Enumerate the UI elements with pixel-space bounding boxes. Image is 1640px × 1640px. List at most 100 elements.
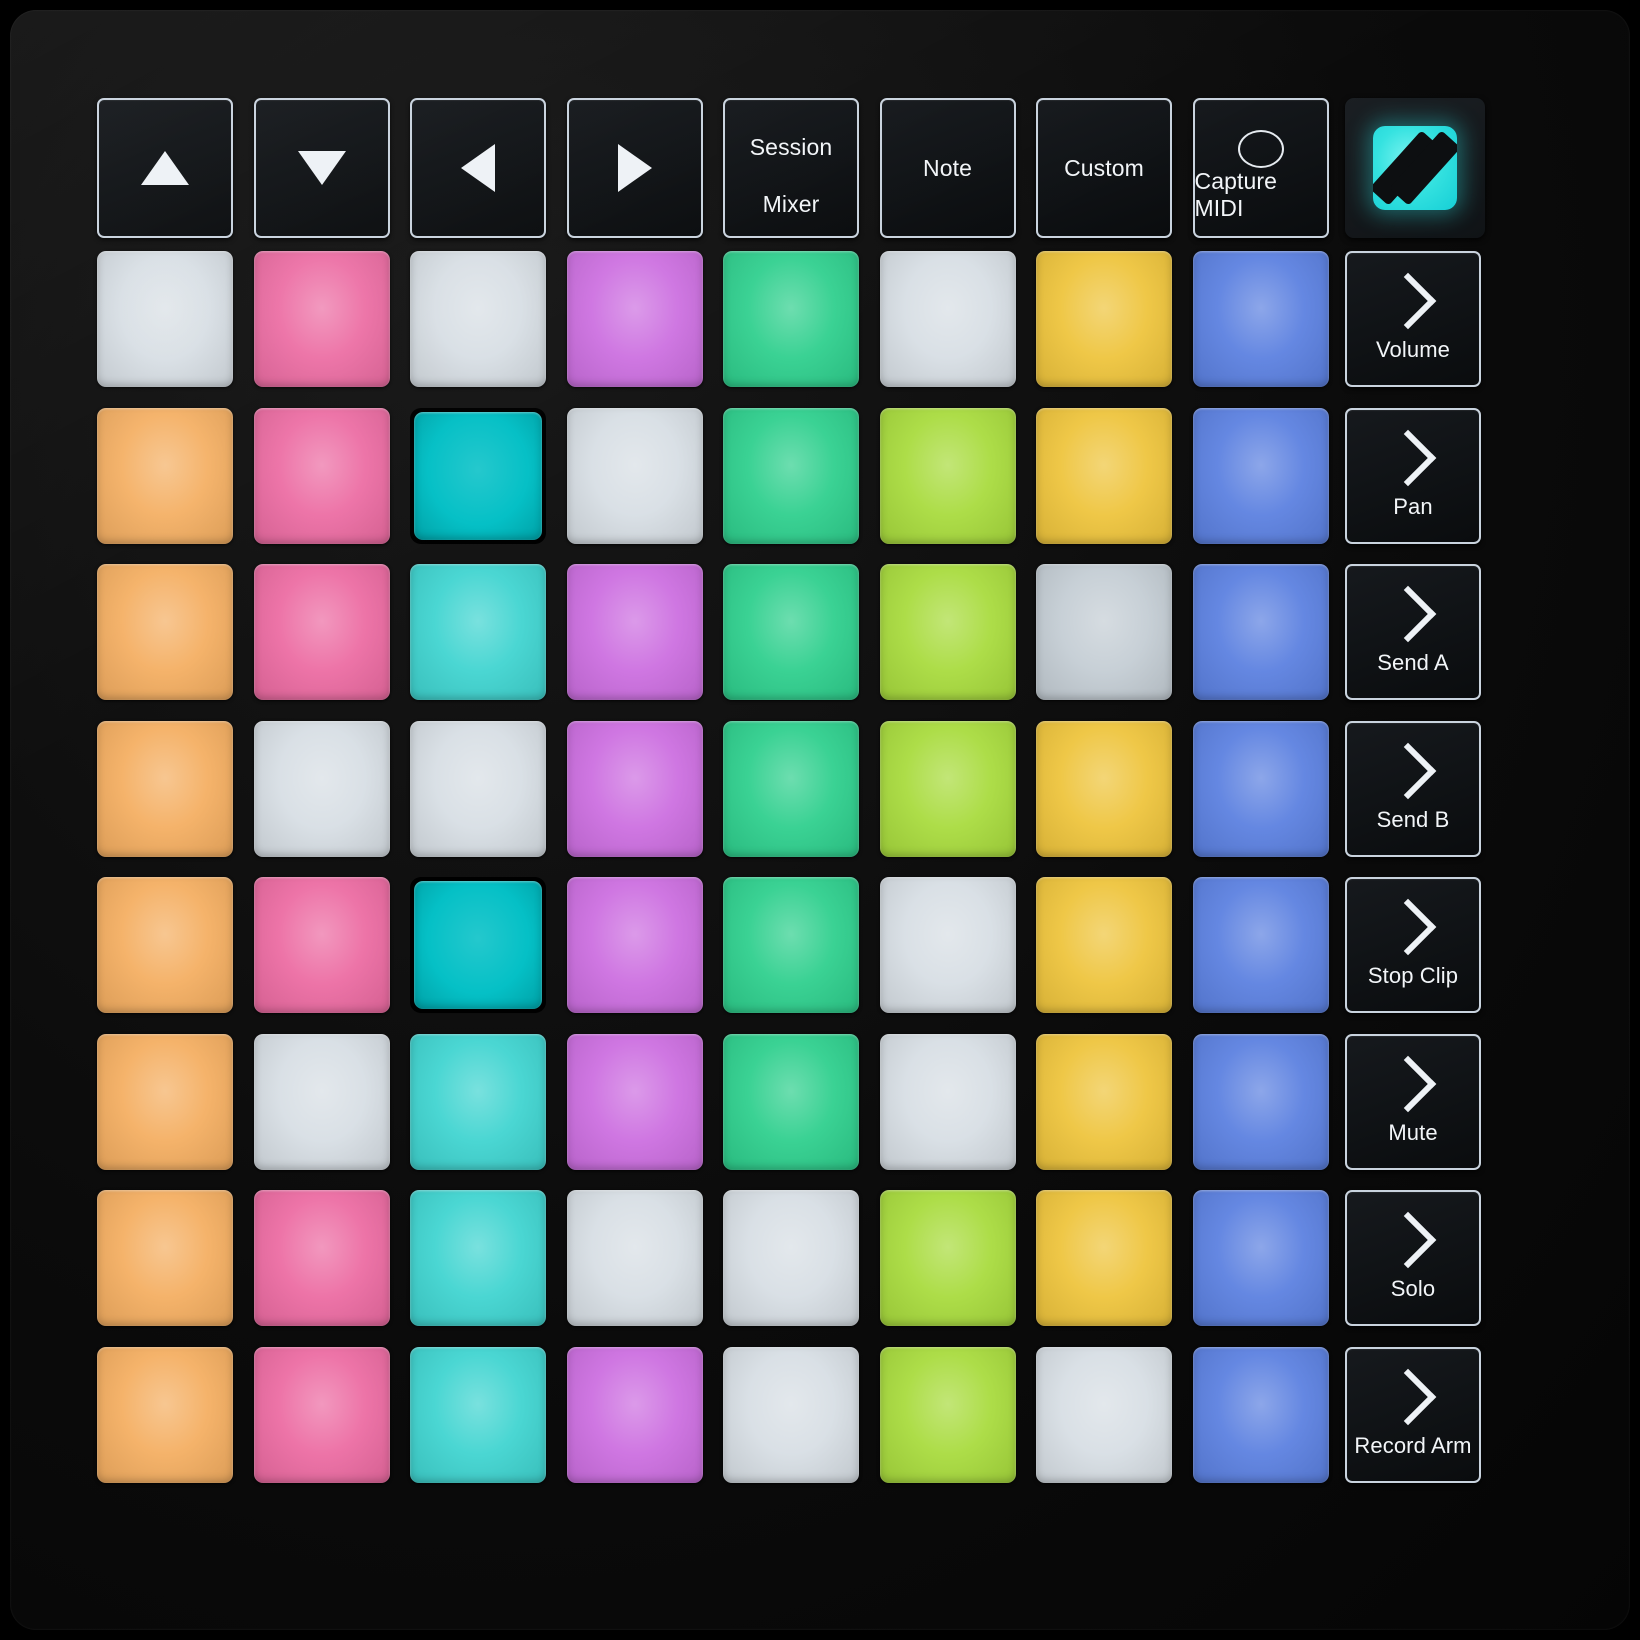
pad-r3-c3[interactable] (410, 564, 546, 700)
up-arrow-button[interactable] (97, 98, 233, 238)
pad-r2-c6[interactable] (879, 407, 1016, 544)
pad-r1-c6[interactable] (879, 251, 1016, 387)
pad-r3-c7[interactable] (1036, 564, 1172, 700)
pad-r8-c8[interactable] (1192, 1346, 1329, 1483)
pad-r2-c2[interactable] (253, 407, 390, 544)
pad-r4-c6[interactable] (879, 720, 1016, 857)
scene-launch-stop-clip[interactable]: Stop Clip (1345, 877, 1481, 1013)
pad-r6-c3[interactable] (410, 1033, 546, 1170)
pad-r3-c5[interactable] (723, 564, 859, 700)
pad-r6-c1[interactable] (97, 1033, 233, 1170)
pad-r4-c1[interactable] (97, 720, 233, 857)
pad-r3-c8[interactable] (1192, 564, 1329, 700)
capture-midi-button[interactable]: Capture MIDI (1192, 98, 1329, 238)
pad-r5-c7[interactable] (1036, 877, 1172, 1013)
pad-r4-c7[interactable] (1036, 720, 1172, 857)
pad-r1-c7[interactable] (1036, 251, 1172, 387)
pad-r7-c4[interactable] (566, 1190, 703, 1326)
pad-r4-c8[interactable] (1192, 720, 1329, 857)
pad-r7-c5[interactable] (723, 1190, 859, 1326)
pad-r4-c3[interactable] (410, 720, 546, 857)
pad-face (97, 1346, 233, 1483)
pad-r4-c2[interactable] (253, 720, 390, 857)
pad-r6-c7[interactable] (1036, 1033, 1172, 1170)
pad-r6-c8[interactable] (1192, 1033, 1329, 1170)
scene-launch-volume[interactable]: Volume (1345, 251, 1481, 387)
pad-r2-c5[interactable] (723, 407, 859, 544)
pad-r5-c5[interactable] (723, 877, 859, 1013)
left-arrow-button[interactable] (410, 98, 546, 238)
pad-face (566, 407, 703, 544)
pad-r1-c3[interactable] (410, 251, 546, 387)
chevron-right-icon (1379, 1368, 1437, 1425)
pad-r6-c4[interactable] (566, 1033, 703, 1170)
scene-launch-record-arm[interactable]: Record Arm (1345, 1346, 1481, 1483)
pad-r8-c1[interactable] (97, 1346, 233, 1483)
pad-r3-c1[interactable] (97, 564, 233, 700)
pad-r7-c1[interactable] (97, 1190, 233, 1326)
pad-face (1036, 1190, 1172, 1326)
pad-r7-c2[interactable] (253, 1190, 390, 1326)
pad-r3-c6[interactable] (879, 564, 1016, 700)
pad-face (566, 720, 703, 857)
record_arm-label: Record Arm (1354, 1432, 1472, 1458)
pad-r7-c6[interactable] (879, 1190, 1016, 1326)
pad-r2-c1[interactable] (97, 407, 233, 544)
pad-r8-c7[interactable] (1036, 1346, 1172, 1483)
pad-r2-c3[interactable] (410, 407, 546, 544)
novation-logo-icon (1373, 126, 1457, 210)
pad-r2-c7[interactable] (1036, 407, 1172, 544)
pad-face (723, 564, 859, 700)
pad-r6-c2[interactable] (253, 1033, 390, 1170)
scene-launch-pan[interactable]: Pan (1345, 407, 1481, 544)
pad-r7-c3[interactable] (410, 1190, 546, 1326)
pad-r5-c4[interactable] (566, 877, 703, 1013)
pad-r7-c8[interactable] (1192, 1190, 1329, 1326)
pad-r1-c4[interactable] (566, 251, 703, 387)
pad-r4-c4[interactable] (566, 720, 703, 857)
pad-r1-c1[interactable] (97, 251, 233, 387)
pad-r1-c5[interactable] (723, 251, 859, 387)
note-label: Note (923, 154, 972, 181)
pad-r2-c8[interactable] (1192, 407, 1329, 544)
pad-r8-c6[interactable] (879, 1346, 1016, 1483)
pad-face (414, 411, 542, 540)
pad-r4-c5[interactable] (723, 720, 859, 857)
scene-launch-mute[interactable]: Mute (1345, 1033, 1481, 1170)
scene-launch-send-a[interactable]: Send A (1345, 564, 1481, 700)
pad-r3-c2[interactable] (253, 564, 390, 700)
pad-r5-c2[interactable] (253, 877, 390, 1013)
launchpad-device-body: Session Mixer Note Custom Capture MIDI Volum… (10, 10, 1630, 1630)
pad-face (1192, 1346, 1329, 1483)
pad-r2-c4[interactable] (566, 407, 703, 544)
session-mixer-button[interactable]: Session Mixer (723, 98, 859, 238)
pad-r5-c1[interactable] (97, 877, 233, 1013)
pad-r1-c2[interactable] (253, 251, 390, 387)
scene-launch-send-b[interactable]: Send B (1345, 720, 1481, 857)
pad-r7-c7[interactable] (1036, 1190, 1172, 1326)
pad-r6-c5[interactable] (723, 1033, 859, 1170)
scene-launch-solo[interactable]: Solo (1345, 1190, 1481, 1326)
novation-logo-button[interactable] (1345, 98, 1485, 238)
pad-r3-c4[interactable] (566, 564, 703, 700)
arrow-left-icon (461, 144, 495, 192)
pad-face (410, 251, 546, 387)
pad-face (566, 877, 703, 1013)
arrow-right-icon (617, 144, 652, 192)
pad-face (879, 407, 1016, 544)
pad-r8-c3[interactable] (410, 1346, 546, 1483)
note-button[interactable]: Note (879, 98, 1016, 238)
pad-r5-c3[interactable] (410, 877, 546, 1013)
pad-r6-c6[interactable] (879, 1033, 1016, 1170)
pad-r8-c4[interactable] (566, 1346, 703, 1483)
down-arrow-button[interactable] (253, 98, 390, 238)
pad-face (879, 720, 1016, 857)
custom-button[interactable]: Custom (1036, 98, 1172, 238)
pad-r8-c2[interactable] (253, 1346, 390, 1483)
pad-r5-c6[interactable] (879, 877, 1016, 1013)
pad-r5-c8[interactable] (1192, 877, 1329, 1013)
pad-face (1192, 407, 1329, 544)
pad-r8-c5[interactable] (723, 1346, 859, 1483)
right-arrow-button[interactable] (566, 98, 703, 238)
pad-r1-c8[interactable] (1192, 251, 1329, 387)
